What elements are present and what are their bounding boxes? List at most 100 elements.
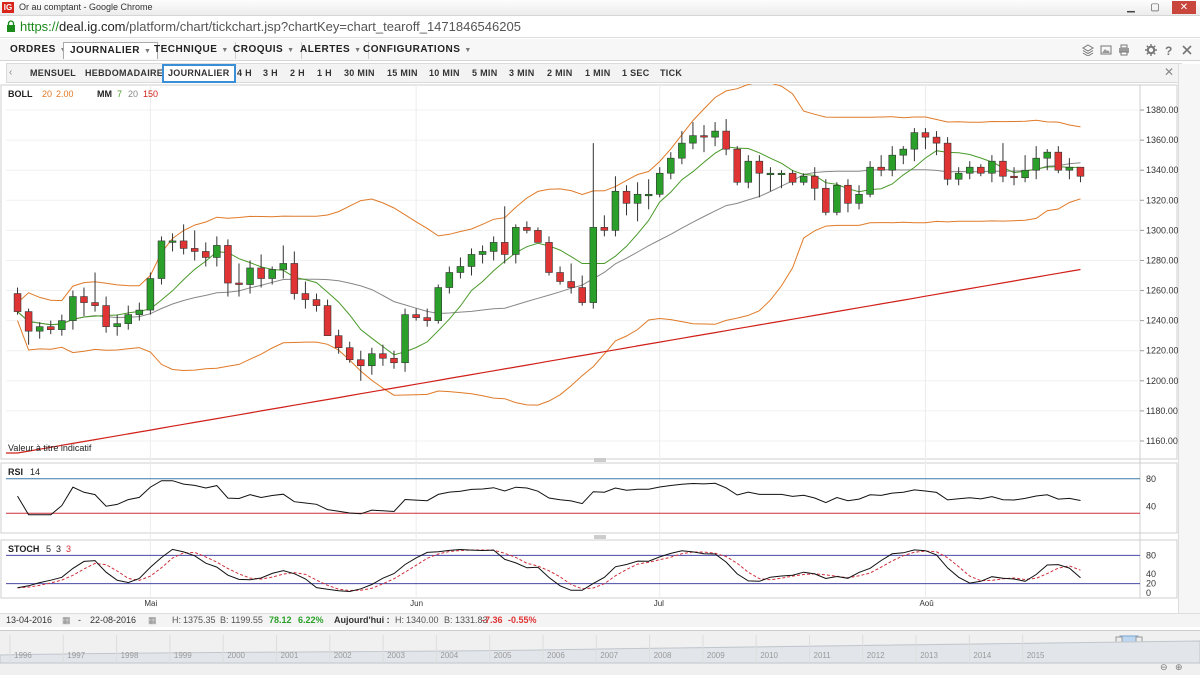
- menu-croquis[interactable]: CROQUIS ▼: [227, 42, 302, 59]
- candle-body: [434, 287, 443, 321]
- mm-legend-p3: 150: [143, 89, 158, 99]
- tf-10min[interactable]: 10 MIN: [429, 66, 460, 82]
- tf-2min[interactable]: 2 MIN: [547, 66, 573, 82]
- tf-1sec[interactable]: 1 SEC: [622, 66, 650, 82]
- tf-tick[interactable]: TICK: [660, 66, 682, 82]
- candle-body: [213, 245, 221, 258]
- tf-mensuel[interactable]: MENSUEL: [30, 66, 76, 82]
- price-chart-svg[interactable]: 1380.00 1360.00 1340.00 1320.00 1300.00 1280.…: [0, 81, 1179, 614]
- help-icon[interactable]: ?: [1163, 44, 1175, 56]
- zoom-in-icon[interactable]: ⊕: [1175, 662, 1183, 672]
- tf-1h[interactable]: 1 H: [317, 66, 332, 82]
- candle-body: [334, 335, 343, 349]
- calendar-icon[interactable]: ▦: [148, 615, 157, 626]
- minimize-button[interactable]: ▁: [1122, 1, 1140, 14]
- tf-1min[interactable]: 1 MIN: [585, 66, 611, 82]
- today-high: 1340.00: [406, 615, 439, 625]
- navigator-year-label: 2007: [600, 651, 618, 660]
- date-from[interactable]: 13-04-2016: [6, 615, 52, 625]
- candle-body: [534, 230, 542, 243]
- url-text[interactable]: https://deal.ig.com/platform/chart/tickc…: [20, 19, 521, 34]
- today-high-label: H:: [395, 615, 404, 625]
- today-change-pct: -0.55%: [508, 615, 537, 625]
- candle-body: [312, 299, 321, 306]
- date-to[interactable]: 22-08-2016: [90, 615, 136, 625]
- candle-body: [401, 314, 409, 364]
- candle-body: [102, 305, 110, 327]
- candle-body: [224, 245, 232, 284]
- print-icon[interactable]: [1118, 44, 1130, 56]
- tf-30min[interactable]: 30 MIN: [344, 66, 375, 82]
- url-host: deal.ig.com: [59, 19, 126, 34]
- candle-body: [888, 154, 896, 171]
- candle-body: [611, 190, 620, 231]
- candle-body: [523, 227, 531, 231]
- candle-body: [412, 314, 420, 318]
- zoom-out-icon[interactable]: ⊖: [1160, 662, 1168, 672]
- candle-body: [833, 184, 841, 213]
- candle-body: [722, 130, 730, 150]
- price-tick-label: 1220.00: [1146, 346, 1178, 356]
- tf-journalier[interactable]: JOURNALIER: [162, 64, 236, 83]
- candle-body: [35, 326, 44, 332]
- tf-4h[interactable]: 4 H: [237, 66, 252, 82]
- month-axis: Mai Jun Jul Aoû: [144, 599, 933, 608]
- price-tick-label: 1280.00: [1146, 255, 1178, 265]
- navigator-svg[interactable]: 1996 1997 1998 1999 2000 2001 2002 2003 2004 2005…: [0, 631, 1200, 676]
- candle-body: [567, 281, 575, 288]
- tf-3h[interactable]: 3 H: [263, 66, 278, 82]
- close-icon[interactable]: [1181, 44, 1193, 56]
- tf-3min[interactable]: 3 MIN: [509, 66, 535, 82]
- address-bar[interactable]: https://deal.ig.com/platform/chart/tickc…: [0, 16, 1200, 38]
- stoch-label: STOCH: [8, 544, 39, 554]
- candle-body: [556, 272, 564, 282]
- candle-body: [13, 293, 22, 312]
- chevron-left-icon[interactable]: ‹: [9, 67, 12, 78]
- close-icon[interactable]: ✕: [1164, 65, 1174, 79]
- image-icon[interactable]: [1100, 44, 1112, 56]
- candle-body: [467, 254, 476, 267]
- close-window-button[interactable]: ✕: [1172, 1, 1196, 14]
- navigator-year-label: 1997: [67, 651, 85, 660]
- stoch-panel-frame: [0, 539, 1178, 599]
- menu-journalier[interactable]: JOURNALIER ▼: [63, 42, 159, 59]
- history-navigator[interactable]: 1996 1997 1998 1999 2000 2001 2002 2003 2004 2005…: [0, 630, 1200, 675]
- candle-body: [279, 263, 288, 270]
- candle-body: [512, 227, 520, 255]
- candle-body: [822, 187, 830, 213]
- layers-icon[interactable]: [1082, 44, 1094, 56]
- candle-body: [545, 242, 553, 273]
- month-label: Jun: [410, 599, 423, 608]
- boll-legend-p2: 2.00: [56, 89, 74, 99]
- candle-body: [456, 266, 465, 273]
- calendar-icon[interactable]: ▦: [62, 615, 71, 626]
- candle-body: [489, 242, 498, 252]
- navigator-year-label: 2000: [227, 651, 245, 660]
- menu-technique[interactable]: TECHNIQUE ▼: [148, 42, 236, 59]
- tf-hebdomadaire[interactable]: HEBDOMADAIRE: [85, 66, 163, 82]
- candle-body: [633, 193, 642, 204]
- candle-body: [766, 172, 775, 176]
- candle-body: [943, 142, 952, 180]
- maximize-button[interactable]: ▢: [1146, 1, 1164, 14]
- gear-icon[interactable]: [1145, 44, 1157, 56]
- candle-body: [257, 267, 265, 279]
- mm-legend-p2: 20: [128, 89, 138, 99]
- candle-body: [1021, 169, 1029, 179]
- tf-15min[interactable]: 15 MIN: [387, 66, 418, 82]
- candle-body: [755, 160, 764, 174]
- navigator-year-label: 2013: [920, 651, 938, 660]
- menu-configurations[interactable]: CONFIGURATIONS ▼: [357, 42, 478, 59]
- candle-body: [500, 242, 509, 255]
- stoch-tick-label: 80: [1146, 550, 1156, 560]
- candle-body: [368, 353, 376, 367]
- chart-area[interactable]: 1380.00 1360.00 1340.00 1320.00 1300.00 1280.…: [0, 81, 1200, 614]
- candle-body: [932, 136, 941, 144]
- navigator-year-label: 1999: [174, 651, 192, 660]
- candles: [13, 119, 1085, 381]
- window-title: Or au comptant - Google Chrome: [19, 2, 153, 12]
- tf-5min[interactable]: 5 MIN: [472, 66, 498, 82]
- tf-2h[interactable]: 2 H: [290, 66, 305, 82]
- candle-body: [345, 347, 354, 361]
- resize-handle: [594, 458, 606, 462]
